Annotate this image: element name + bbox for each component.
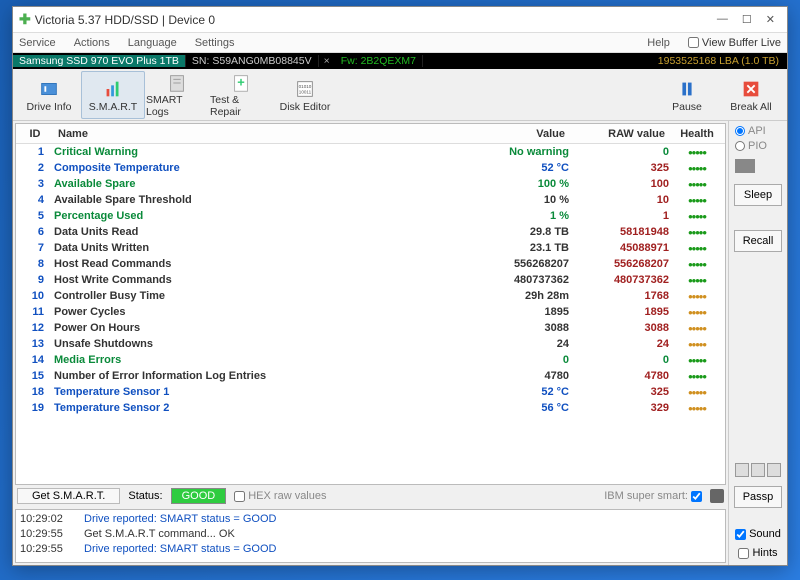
view-buffer-live-checkbox[interactable] [688,37,699,48]
small-buttons [735,463,781,477]
break-all-button[interactable]: Break All [719,71,783,119]
settings-icon[interactable] [710,489,724,503]
pio-radio[interactable] [735,141,745,151]
table-row[interactable]: 10Controller Busy Time29h 28m1768••••• [16,288,725,304]
pause-button[interactable]: Pause [655,71,719,119]
table-row[interactable]: 6Data Units Read29.8 TB58181948••••• [16,224,725,240]
app-window: ✚ Victoria 5.37 HDD/SSD | Device 0 — ☐ ✕… [12,6,788,566]
col-id[interactable]: ID [16,128,54,140]
status-indicator [735,159,755,173]
device-bar: Samsung SSD 970 EVO Plus 1TB SN: S59ANG0… [13,53,787,69]
table-row[interactable]: 4Available Spare Threshold10 %10••••• [16,192,725,208]
col-value[interactable]: Value [477,128,569,140]
menu-language[interactable]: Language [128,37,177,49]
table-row[interactable]: 3Available Spare100 %100••••• [16,176,725,192]
table-row[interactable]: 15Number of Error Information Log Entrie… [16,368,725,384]
toolbar: Drive Info S.M.A.R.T SMART Logs +Test & … [13,69,787,121]
sidebar: API PIO Sleep Recall Passp Sound Hints [729,121,787,565]
serial-number: S59ANG0MB08845V [212,55,311,67]
menubar: Service Actions Language Settings Help V… [13,33,787,53]
svg-text:01010: 01010 [299,84,312,89]
col-name[interactable]: Name [54,128,477,140]
log-area[interactable]: 10:29:02Drive reported: SMART status = G… [15,509,726,563]
device-name[interactable]: Samsung SSD 970 EVO Plus 1TB [13,55,186,67]
table-row[interactable]: 1Critical WarningNo warning0••••• [16,144,725,160]
maximize-button[interactable]: ☐ [742,13,752,26]
smart-button[interactable]: S.M.A.R.T [81,71,145,119]
sound-checkbox[interactable] [735,529,746,540]
table-row[interactable]: 7Data Units Written23.1 TB45088971••••• [16,240,725,256]
hints-checkbox[interactable] [738,548,749,559]
minimize-button[interactable]: — [717,13,728,26]
table-row[interactable]: 19Temperature Sensor 256 °C329••••• [16,400,725,416]
smart-table: ID Name Value RAW value Health 1Critical… [15,123,726,485]
sleep-button[interactable]: Sleep [734,184,782,206]
table-row[interactable]: 5Percentage Used1 %1••••• [16,208,725,224]
table-row[interactable]: 9Host Write Commands480737362480737362••… [16,272,725,288]
menu-settings[interactable]: Settings [195,37,235,49]
menu-actions[interactable]: Actions [74,37,110,49]
test-repair-button[interactable]: +Test & Repair [209,71,273,119]
hex-raw-checkbox[interactable] [234,491,245,502]
table-row[interactable]: 12Power On Hours30883088••••• [16,320,725,336]
smart-logs-button[interactable]: SMART Logs [145,71,209,119]
menu-help[interactable]: Help [647,37,670,49]
recall-button[interactable]: Recall [734,230,782,252]
col-raw[interactable]: RAW value [569,128,669,140]
get-smart-button[interactable]: Get S.M.A.R.T. [17,488,120,504]
table-row[interactable]: 13Unsafe Shutdowns2424••••• [16,336,725,352]
api-radio[interactable] [735,126,745,136]
window-title: Victoria 5.37 HDD/SSD | Device 0 [35,13,717,27]
table-row[interactable]: 8Host Read Commands556268207556268207•••… [16,256,725,272]
passp-button[interactable]: Passp [734,486,782,508]
disk-editor-button[interactable]: 0101010011Disk Editor [273,71,337,119]
firmware: 2B2QEXM7 [361,55,416,67]
status-label: Status: [128,490,162,502]
close-button[interactable]: ✕ [766,13,775,26]
col-health[interactable]: Health [669,128,725,140]
ibm-smart-checkbox[interactable] [691,491,702,502]
menu-service[interactable]: Service [19,37,56,49]
svg-text:+: + [237,74,245,89]
view-buffer-live-label: View Buffer Live [702,37,781,49]
table-row[interactable]: 11Power Cycles18951895••••• [16,304,725,320]
table-row[interactable]: 18Temperature Sensor 152 °C325••••• [16,384,725,400]
device-size: 1953525168 LBA (1.0 TB) [658,55,787,67]
titlebar: ✚ Victoria 5.37 HDD/SSD | Device 0 — ☐ ✕ [13,7,787,33]
status-bar: Get S.M.A.R.T. Status: GOOD HEX raw valu… [13,485,728,507]
device-close-icon[interactable]: × [319,55,335,67]
svg-text:10011: 10011 [299,89,312,94]
drive-info-button[interactable]: Drive Info [17,71,81,119]
table-row[interactable]: 14Media Errors00••••• [16,352,725,368]
app-icon: ✚ [19,11,31,28]
status-value: GOOD [171,488,227,504]
table-row[interactable]: 2Composite Temperature52 °C325••••• [16,160,725,176]
